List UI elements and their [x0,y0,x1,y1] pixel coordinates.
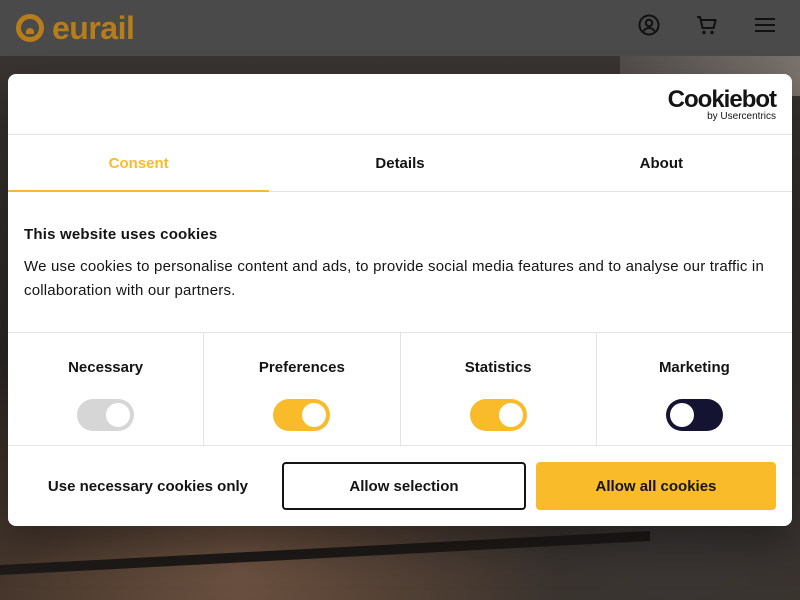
consent-body: This website uses cookies We use cookies… [8,192,792,333]
toggle-knob [106,403,131,427]
dialog-header: Cookiebot by Usercentrics [8,74,792,135]
cookie-consent-dialog: Cookiebot by Usercentrics Consent Detail… [8,74,792,526]
category-marketing: Marketing [597,333,792,445]
tab-details[interactable]: Details [269,135,530,191]
category-toggles: Necessary Preferences Statistics Marketi… [8,333,792,446]
marketing-label: Marketing [658,359,730,376]
eurail-logo-text: eurail [52,10,135,46]
site-header: eurail [0,0,800,56]
preferences-toggle[interactable] [273,399,331,431]
cookiebot-by: by Usercentrics [707,111,776,122]
eurail-logo[interactable]: eurail [16,10,135,46]
allow-selection-button[interactable]: Allow selection [281,462,526,510]
dialog-buttons: Use necessary cookies only Allow selecti… [8,446,792,510]
category-preferences: Preferences [204,333,401,445]
consent-text: We use cookies to personalise content an… [24,258,764,299]
cart-icon[interactable] [696,14,718,36]
tab-consent[interactable]: Consent [8,135,270,192]
background-rail [0,530,650,576]
account-icon[interactable] [638,14,660,36]
eurail-logo-mark [16,14,44,42]
dialog-tabs: Consent Details About [8,135,792,192]
toggle-knob [302,403,327,427]
menu-icon[interactable] [754,16,776,34]
necessary-label: Necessary [68,359,144,376]
allow-all-button[interactable]: Allow all cookies [535,462,776,510]
consent-title: This website uses cookies [24,226,218,243]
preferences-label: Preferences [258,359,345,376]
tab-about[interactable]: About [531,135,792,191]
category-necessary: Necessary [8,333,205,445]
marketing-toggle[interactable] [665,399,723,431]
statistics-label: Statistics [464,359,532,376]
statistics-toggle[interactable] [469,399,527,431]
use-necessary-only-button[interactable]: Use necessary cookies only [24,462,272,510]
cookiebot-logo[interactable]: Cookiebot by Usercentrics [667,86,777,122]
toggle-knob [498,403,523,427]
category-statistics: Statistics [401,333,597,445]
cookiebot-name: Cookiebot [667,86,777,113]
toggle-knob [669,403,694,427]
necessary-toggle[interactable] [77,399,135,431]
